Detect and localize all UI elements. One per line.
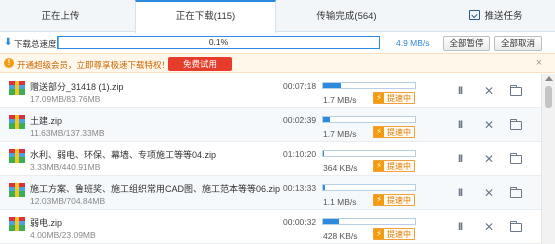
file-name: 赠送部分_31418 (1).zip (30, 82, 124, 92)
tab-downloading[interactable]: 正在下载(115) (135, 0, 276, 33)
cancel-icon[interactable]: ✕ (483, 119, 495, 131)
cancel-icon[interactable]: ✕ (483, 187, 495, 199)
file-name: 施工方案、鲁班奖、施工组织常用CAD图、施工范本等等06.zip (30, 184, 281, 194)
time-remaining: 00:13:33 (283, 183, 317, 193)
accelerating-label: 提速中 (387, 127, 411, 137)
scroll-up-arrow-icon[interactable] (545, 76, 553, 81)
cancel-icon[interactable]: ✕ (483, 85, 495, 97)
zip-file-icon (9, 115, 25, 129)
file-speed: 1.7 MB/s (323, 95, 357, 105)
time-remaining: 01:10:20 (283, 149, 317, 159)
file-speed: 428 KB/s (323, 231, 358, 241)
file-progress-bar (322, 218, 416, 225)
file-progress-fill (323, 185, 325, 190)
pause-icon[interactable]: II (454, 119, 466, 131)
folder-icon[interactable] (509, 221, 522, 233)
time-remaining: 00:07:18 (283, 81, 317, 91)
zip-file-icon (9, 183, 25, 197)
file-name: 土建.zip (30, 116, 63, 126)
file-name: 弱电.zip (30, 218, 63, 228)
warning-icon: ! (4, 58, 14, 68)
lightning-icon: ⚡ (374, 195, 384, 205)
lightning-icon: ⚡ (374, 229, 384, 239)
pause-icon[interactable]: II (454, 153, 466, 165)
lightning-icon: ⚡ (374, 161, 384, 171)
file-progress-bar (322, 116, 416, 123)
folder-icon[interactable] (509, 85, 522, 97)
cancel-all-button[interactable]: 全部取消 (494, 36, 542, 51)
file-speed: 1.7 MB/s (323, 129, 357, 139)
vip-banner-text: 开通超级会员，立即尊享极速下载特权！ (17, 60, 171, 70)
download-manager: 正在上传 正在下载(115) 传输完成(564) 推送任务 ⬇ 下载总速度 0.… (0, 0, 555, 244)
file-progress-bar (322, 150, 416, 157)
pause-icon[interactable]: II (454, 187, 466, 199)
total-progress-bar: 0.1% (57, 36, 380, 49)
tab-completed[interactable]: 传输完成(564) (276, 0, 417, 32)
lightning-icon: ⚡ (374, 127, 384, 137)
zip-file-icon (9, 217, 25, 231)
file-size: 3.33MB/440.91MB (30, 162, 101, 172)
download-row[interactable]: 水利、弱电、环保、幕墙、专项施工等等04.zip 3.33MB/440.91MB… (0, 142, 541, 176)
tab-push-label: 推送任务 (484, 11, 523, 22)
tab-push-tasks[interactable]: 推送任务 (440, 0, 552, 32)
file-progress-fill (323, 117, 331, 122)
accelerating-label: 提速中 (387, 161, 411, 171)
scroll-thumb[interactable] (545, 86, 552, 108)
free-trial-button[interactable]: 免费试用 (168, 57, 232, 71)
pause-icon[interactable]: II (454, 221, 466, 233)
accelerating-label: 提速中 (387, 229, 411, 239)
total-speed-value: 4.9 MB/s (396, 38, 430, 48)
file-speed: 1.1 MB/s (323, 197, 357, 207)
folder-icon[interactable] (509, 153, 522, 165)
scrollbar[interactable] (541, 74, 555, 244)
download-row[interactable]: 弱电.zip 4.00MB/23.09MB 00:00:32 428 KB/s … (0, 210, 541, 244)
download-list: 赠送部分_31418 (1).zip 17.09MB/83.76MB 00:07… (0, 74, 541, 244)
folder-icon[interactable] (509, 119, 522, 131)
accelerating-badge[interactable]: ⚡ 提速中 (373, 228, 415, 240)
pause-icon[interactable]: II (454, 85, 466, 97)
accelerating-badge[interactable]: ⚡ 提速中 (373, 160, 415, 172)
accelerating-badge[interactable]: ⚡ 提速中 (373, 194, 415, 206)
push-task-icon (469, 10, 481, 20)
zip-file-icon (9, 81, 25, 95)
file-progress-bar (322, 82, 416, 89)
accelerating-label: 提速中 (387, 195, 411, 205)
file-size: 12.03MB/704.84MB (30, 196, 106, 206)
download-row[interactable]: 赠送部分_31418 (1).zip 17.09MB/83.76MB 00:07… (0, 74, 541, 108)
vip-banner: ! 开通超级会员，立即尊享极速下载特权！ 免费试用 × (0, 53, 555, 73)
close-icon[interactable]: × (533, 57, 545, 69)
time-remaining: 00:02:39 (283, 115, 317, 125)
file-progress-fill (323, 219, 339, 224)
time-remaining: 00:00:32 (283, 217, 317, 227)
file-progress-bar (322, 184, 416, 191)
file-size: 11.63MB/137.33MB (30, 128, 105, 138)
zip-file-icon (9, 149, 25, 163)
file-speed: 364 KB/s (323, 163, 358, 173)
file-progress-fill (323, 151, 324, 156)
tab-bar: 正在上传 正在下载(115) 传输完成(564) 推送任务 (0, 0, 555, 33)
file-size: 17.09MB/83.76MB (30, 94, 101, 104)
total-progress-toolbar: ⬇ 下载总速度 0.1% 4.9 MB/s 全部暂停 全部取消 (0, 33, 555, 53)
download-arrow-icon: ⬇ (4, 37, 13, 48)
accelerating-badge[interactable]: ⚡ 提速中 (373, 126, 415, 138)
accelerating-badge[interactable]: ⚡ 提速中 (373, 92, 415, 104)
cancel-icon[interactable]: ✕ (483, 153, 495, 165)
tab-uploading[interactable]: 正在上传 (0, 0, 121, 32)
file-progress-fill (323, 83, 342, 88)
file-size: 4.00MB/23.09MB (30, 230, 96, 240)
total-speed-label: 下载总速度 (14, 39, 57, 49)
download-row[interactable]: 施工方案、鲁班奖、施工组织常用CAD图、施工范本等等06.zip 12.03MB… (0, 176, 541, 210)
total-progress-percent: 0.1% (208, 37, 229, 47)
folder-icon[interactable] (509, 187, 522, 199)
pause-all-button[interactable]: 全部暂停 (443, 36, 490, 51)
file-name: 水利、弱电、环保、幕墙、专项施工等等04.zip (30, 150, 217, 160)
cancel-icon[interactable]: ✕ (483, 221, 495, 233)
download-row[interactable]: 土建.zip 11.63MB/137.33MB 00:02:39 1.7 MB/… (0, 108, 541, 142)
lightning-icon: ⚡ (374, 93, 384, 103)
accelerating-label: 提速中 (387, 93, 411, 103)
